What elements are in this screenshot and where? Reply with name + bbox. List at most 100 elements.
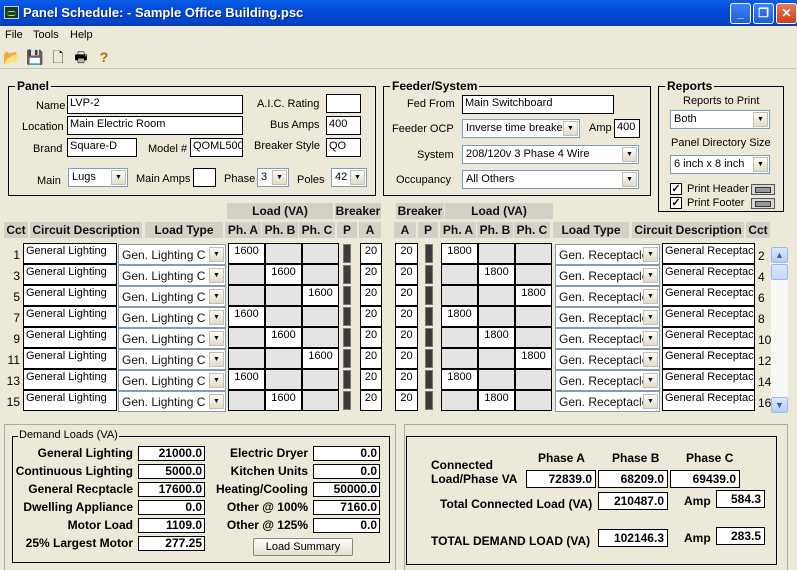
- load-type-right-select[interactable]: Gen. Receptacle ▼: [555, 286, 660, 307]
- pole-right-indicator[interactable]: [425, 286, 433, 305]
- menu-file[interactable]: File: [5, 29, 23, 41]
- chevron-down-icon[interactable]: ▼: [643, 373, 658, 388]
- load-summary-button[interactable]: Load Summary: [253, 538, 353, 556]
- ph-c-left-field[interactable]: [302, 369, 339, 390]
- ph-a-left-field[interactable]: [228, 327, 265, 348]
- panel-directory-size-select[interactable]: 6 inch x 8 inch ▼: [670, 155, 770, 174]
- ph-c-right-field[interactable]: [515, 306, 552, 327]
- chevron-down-icon[interactable]: ▼: [209, 289, 224, 304]
- ph-b-right-field[interactable]: [478, 285, 515, 306]
- breaker-amps-left-field[interactable]: 20: [360, 390, 382, 411]
- main-select[interactable]: Lugs ▼: [68, 168, 128, 187]
- scroll-thumb[interactable]: [771, 264, 788, 280]
- breaker-amps-left-field[interactable]: 20: [360, 306, 382, 327]
- ph-c-left-field[interactable]: 1600: [302, 285, 339, 306]
- ph-a-left-field[interactable]: [228, 264, 265, 285]
- printer-icon[interactable]: 🖶: [72, 48, 90, 66]
- scroll-down-icon[interactable]: ▼: [771, 397, 788, 413]
- scroll-up-icon[interactable]: ▲: [771, 247, 788, 263]
- restore-button[interactable]: ❐: [753, 3, 774, 24]
- circuit-description-left-field[interactable]: General Lighting: [23, 390, 117, 411]
- breaker-amps-right-field[interactable]: 20: [395, 348, 418, 369]
- chevron-down-icon[interactable]: ▼: [209, 310, 224, 325]
- ph-b-right-field[interactable]: 1800: [478, 327, 515, 348]
- pole-left-indicator[interactable]: [343, 391, 351, 410]
- pole-right-indicator[interactable]: [425, 265, 433, 284]
- chevron-down-icon[interactable]: ▼: [272, 170, 287, 185]
- menu-tools[interactable]: Tools: [33, 29, 59, 41]
- load-type-left-select[interactable]: Gen. Lighting C ▼: [118, 328, 226, 349]
- load-type-left-select[interactable]: Gen. Lighting C ▼: [118, 391, 226, 412]
- circuit-description-left-field[interactable]: General Lighting: [23, 264, 117, 285]
- chevron-down-icon[interactable]: ▼: [643, 331, 658, 346]
- ph-a-right-field[interactable]: 1800: [441, 306, 478, 327]
- ph-b-right-field[interactable]: [478, 348, 515, 369]
- brand-field[interactable]: Square-D: [67, 138, 137, 157]
- load-type-right-select[interactable]: Gen. Receptacle ▼: [555, 244, 660, 265]
- chevron-down-icon[interactable]: ▼: [643, 310, 658, 325]
- ph-c-left-field[interactable]: [302, 327, 339, 348]
- circuit-description-right-field[interactable]: General Receptacl: [662, 348, 755, 369]
- close-button[interactable]: ✕: [776, 3, 797, 24]
- ph-c-right-field[interactable]: [515, 369, 552, 390]
- ph-c-left-field[interactable]: [302, 306, 339, 327]
- feeder-amp-field[interactable]: 400: [614, 119, 640, 138]
- chevron-down-icon[interactable]: ▼: [350, 170, 365, 185]
- chevron-down-icon[interactable]: ▼: [753, 157, 768, 172]
- breaker-style-field[interactable]: QO: [326, 138, 361, 157]
- load-type-left-select[interactable]: Gen. Lighting C ▼: [118, 286, 226, 307]
- pole-left-indicator[interactable]: [343, 349, 351, 368]
- ph-a-right-field[interactable]: [441, 264, 478, 285]
- feeder-ocp-select[interactable]: Inverse time breaker ▼: [462, 119, 580, 138]
- help-icon[interactable]: ?: [95, 48, 113, 66]
- system-select[interactable]: 208/120v 3 Phase 4 Wire ▼: [462, 145, 639, 164]
- pole-left-indicator[interactable]: [343, 307, 351, 326]
- ph-b-left-field[interactable]: [265, 369, 302, 390]
- ph-b-right-field[interactable]: 1800: [478, 390, 515, 411]
- minimize-button[interactable]: _: [730, 3, 751, 24]
- ph-a-left-field[interactable]: [228, 285, 265, 306]
- print-footer-checkbox[interactable]: ✓: [670, 197, 682, 209]
- circuit-description-left-field[interactable]: General Lighting: [23, 327, 117, 348]
- ph-a-right-field[interactable]: [441, 285, 478, 306]
- save-icon[interactable]: 💾: [26, 48, 44, 66]
- chevron-down-icon[interactable]: ▼: [209, 268, 224, 283]
- chevron-down-icon[interactable]: ▼: [209, 394, 224, 409]
- ph-c-left-field[interactable]: 1600: [302, 348, 339, 369]
- chevron-down-icon[interactable]: ▼: [643, 268, 658, 283]
- model-field[interactable]: QOML500: [190, 138, 243, 157]
- ph-c-right-field[interactable]: 1800: [515, 285, 552, 306]
- location-field[interactable]: Main Electric Room: [67, 116, 243, 135]
- breaker-amps-left-field[interactable]: 20: [360, 285, 382, 306]
- breaker-amps-right-field[interactable]: 20: [395, 264, 418, 285]
- ph-a-right-field[interactable]: [441, 348, 478, 369]
- chevron-down-icon[interactable]: ▼: [563, 121, 578, 136]
- reports-to-print-select[interactable]: Both ▼: [670, 110, 770, 129]
- ph-b-left-field[interactable]: [265, 243, 302, 264]
- load-type-left-select[interactable]: Gen. Lighting C ▼: [118, 349, 226, 370]
- pole-right-indicator[interactable]: [425, 244, 433, 263]
- pole-right-indicator[interactable]: [425, 307, 433, 326]
- ph-b-right-field[interactable]: [478, 306, 515, 327]
- breaker-amps-left-field[interactable]: 20: [360, 348, 382, 369]
- ph-a-left-field[interactable]: 1600: [228, 306, 265, 327]
- print-header-settings-button[interactable]: [751, 184, 775, 195]
- breaker-amps-right-field[interactable]: 20: [395, 285, 418, 306]
- ph-c-left-field[interactable]: [302, 390, 339, 411]
- load-type-left-select[interactable]: Gen. Lighting C ▼: [118, 244, 226, 265]
- ph-b-right-field[interactable]: 1800: [478, 264, 515, 285]
- pole-left-indicator[interactable]: [343, 244, 351, 263]
- open-folder-icon[interactable]: 📂: [3, 48, 21, 66]
- pole-left-indicator[interactable]: [343, 370, 351, 389]
- load-type-right-select[interactable]: Gen. Receptacle ▼: [555, 328, 660, 349]
- load-type-right-select[interactable]: Gen. Receptacle ▼: [555, 370, 660, 391]
- ph-b-right-field[interactable]: [478, 369, 515, 390]
- main-amps-field[interactable]: [193, 168, 216, 187]
- pole-left-indicator[interactable]: [343, 265, 351, 284]
- chevron-down-icon[interactable]: ▼: [209, 352, 224, 367]
- pole-right-indicator[interactable]: [425, 349, 433, 368]
- breaker-amps-left-field[interactable]: 20: [360, 369, 382, 390]
- name-field[interactable]: LVP-2: [67, 95, 243, 114]
- ph-a-right-field[interactable]: [441, 390, 478, 411]
- ph-a-left-field[interactable]: 1600: [228, 243, 265, 264]
